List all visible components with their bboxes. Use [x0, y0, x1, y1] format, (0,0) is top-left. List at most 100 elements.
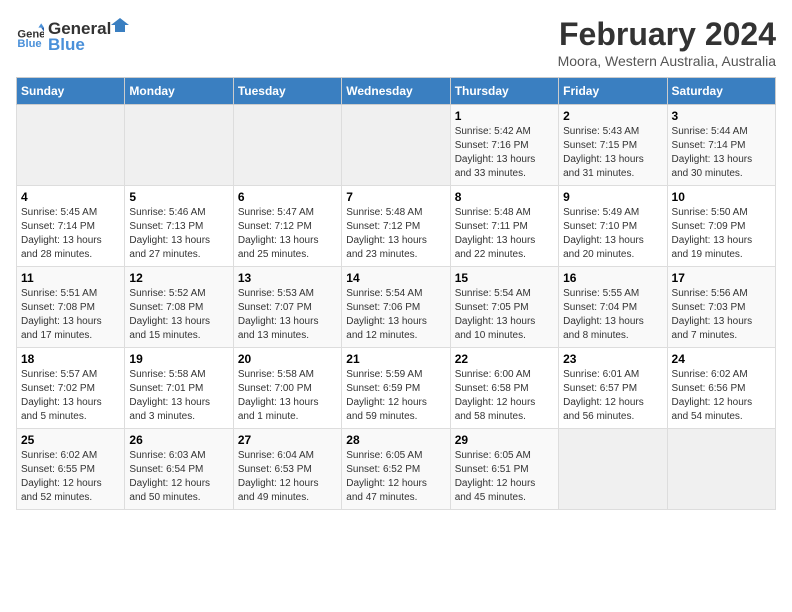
cell-w1-d1: 5 Sunrise: 5:46 AM Sunset: 7:13 PM Daylig…: [125, 186, 233, 267]
day-info-13: Sunrise: 5:53 AM Sunset: 7:07 PM Dayligh…: [238, 287, 337, 343]
day-number-1: 1: [455, 109, 554, 123]
calendar-body: 1 Sunrise: 5:42 AM Sunset: 7:16 PM Daylig…: [17, 105, 776, 510]
day-info-11: Sunrise: 5:51 AM Sunset: 7:08 PM Dayligh…: [21, 287, 120, 343]
day-number-11: 11: [21, 271, 120, 285]
day-number-10: 10: [672, 190, 771, 204]
day-info-21: Sunrise: 5:59 AM Sunset: 6:59 PM Dayligh…: [346, 368, 445, 424]
dow-thursday: Thursday: [450, 78, 558, 105]
day-number-29: 29: [455, 433, 554, 447]
cell-w3-d6: 24Sunrise: 6:02 AM Sunset: 6:56 PM Dayli…: [667, 348, 775, 429]
day-number-8: 8: [455, 190, 554, 204]
week-row-4: 25Sunrise: 6:02 AM Sunset: 6:55 PM Dayli…: [17, 429, 776, 510]
cell-w3-d3: 21 Sunrise: 5:59 AM Sunset: 6:59 PM Dayli…: [342, 348, 450, 429]
cell-w0-d2: [233, 105, 341, 186]
week-row-0: 1 Sunrise: 5:42 AM Sunset: 7:16 PM Daylig…: [17, 105, 776, 186]
cell-w1-d6: 10Sunrise: 5:50 AM Sunset: 7:09 PM Dayli…: [667, 186, 775, 267]
cell-w1-d5: 9 Sunrise: 5:49 AM Sunset: 7:10 PM Daylig…: [559, 186, 667, 267]
day-number-12: 12: [129, 271, 228, 285]
day-info-5: Sunrise: 5:46 AM Sunset: 7:13 PM Dayligh…: [129, 206, 228, 262]
day-info-7: Sunrise: 5:48 AM Sunset: 7:12 PM Dayligh…: [346, 206, 445, 262]
svg-text:Blue: Blue: [17, 38, 41, 50]
day-number-27: 27: [238, 433, 337, 447]
dow-friday: Friday: [559, 78, 667, 105]
dow-sunday: Sunday: [17, 78, 125, 105]
day-info-29: Sunrise: 6:05 AM Sunset: 6:51 PM Dayligh…: [455, 449, 554, 505]
week-row-1: 4Sunrise: 5:45 AM Sunset: 7:14 PM Daylig…: [17, 186, 776, 267]
cell-w2-d5: 16 Sunrise: 5:55 AM Sunset: 7:04 PM Dayli…: [559, 267, 667, 348]
day-number-26: 26: [129, 433, 228, 447]
cell-w3-d5: 23 Sunrise: 6:01 AM Sunset: 6:57 PM Dayli…: [559, 348, 667, 429]
day-number-7: 7: [346, 190, 445, 204]
cell-w4-d0: 25Sunrise: 6:02 AM Sunset: 6:55 PM Dayli…: [17, 429, 125, 510]
cell-w4-d1: 26 Sunrise: 6:03 AM Sunset: 6:54 PM Dayli…: [125, 429, 233, 510]
cell-w4-d6: [667, 429, 775, 510]
day-info-1: Sunrise: 5:42 AM Sunset: 7:16 PM Dayligh…: [455, 125, 554, 181]
week-row-2: 11 Sunrise: 5:51 AM Sunset: 7:08 PM Dayli…: [17, 267, 776, 348]
day-info-28: Sunrise: 6:05 AM Sunset: 6:52 PM Dayligh…: [346, 449, 445, 505]
cell-w3-d0: 18Sunrise: 5:57 AM Sunset: 7:02 PM Dayli…: [17, 348, 125, 429]
day-number-9: 9: [563, 190, 662, 204]
day-info-20: Sunrise: 5:58 AM Sunset: 7:00 PM Dayligh…: [238, 368, 337, 424]
main-title: February 2024: [558, 16, 776, 53]
dow-monday: Monday: [125, 78, 233, 105]
week-row-3: 18Sunrise: 5:57 AM Sunset: 7:02 PM Dayli…: [17, 348, 776, 429]
day-info-24: Sunrise: 6:02 AM Sunset: 6:56 PM Dayligh…: [672, 368, 771, 424]
cell-w2-d1: 12Sunrise: 5:52 AM Sunset: 7:08 PM Dayli…: [125, 267, 233, 348]
day-info-27: Sunrise: 6:04 AM Sunset: 6:53 PM Dayligh…: [238, 449, 337, 505]
cell-w3-d1: 19 Sunrise: 5:58 AM Sunset: 7:01 PM Dayli…: [125, 348, 233, 429]
day-info-15: Sunrise: 5:54 AM Sunset: 7:05 PM Dayligh…: [455, 287, 554, 343]
header-area: General Blue General Blue February 2024 …: [16, 16, 776, 69]
logo-icon: General Blue: [16, 22, 44, 50]
cell-w4-d3: 28 Sunrise: 6:05 AM Sunset: 6:52 PM Dayli…: [342, 429, 450, 510]
day-info-6: Sunrise: 5:47 AM Sunset: 7:12 PM Dayligh…: [238, 206, 337, 262]
day-number-22: 22: [455, 352, 554, 366]
day-number-13: 13: [238, 271, 337, 285]
cell-w2-d4: 15 Sunrise: 5:54 AM Sunset: 7:05 PM Dayli…: [450, 267, 558, 348]
day-number-2: 2: [563, 109, 662, 123]
calendar-table: Sunday Monday Tuesday Wednesday Thursday…: [16, 77, 776, 510]
day-info-16: Sunrise: 5:55 AM Sunset: 7:04 PM Dayligh…: [563, 287, 662, 343]
cell-w0-d0: [17, 105, 125, 186]
cell-w0-d1: [125, 105, 233, 186]
cell-w2-d2: 13 Sunrise: 5:53 AM Sunset: 7:07 PM Dayli…: [233, 267, 341, 348]
day-number-20: 20: [238, 352, 337, 366]
day-info-14: Sunrise: 5:54 AM Sunset: 7:06 PM Dayligh…: [346, 287, 445, 343]
day-number-19: 19: [129, 352, 228, 366]
cell-w4-d5: [559, 429, 667, 510]
day-number-6: 6: [238, 190, 337, 204]
logo-bird-icon: [111, 16, 129, 34]
dow-wednesday: Wednesday: [342, 78, 450, 105]
day-info-17: Sunrise: 5:56 AM Sunset: 7:03 PM Dayligh…: [672, 287, 771, 343]
day-info-19: Sunrise: 5:58 AM Sunset: 7:01 PM Dayligh…: [129, 368, 228, 424]
cell-w3-d4: 22 Sunrise: 6:00 AM Sunset: 6:58 PM Dayli…: [450, 348, 558, 429]
day-number-21: 21: [346, 352, 445, 366]
days-of-week-row: Sunday Monday Tuesday Wednesday Thursday…: [17, 78, 776, 105]
day-info-26: Sunrise: 6:03 AM Sunset: 6:54 PM Dayligh…: [129, 449, 228, 505]
day-info-22: Sunrise: 6:00 AM Sunset: 6:58 PM Dayligh…: [455, 368, 554, 424]
day-number-23: 23: [563, 352, 662, 366]
title-area: February 2024 Moora, Western Australia, …: [558, 16, 776, 69]
day-number-16: 16: [563, 271, 662, 285]
day-info-9: Sunrise: 5:49 AM Sunset: 7:10 PM Dayligh…: [563, 206, 662, 262]
day-number-25: 25: [21, 433, 120, 447]
dow-saturday: Saturday: [667, 78, 775, 105]
dow-tuesday: Tuesday: [233, 78, 341, 105]
day-info-18: Sunrise: 5:57 AM Sunset: 7:02 PM Dayligh…: [21, 368, 120, 424]
day-info-2: Sunrise: 5:43 AM Sunset: 7:15 PM Dayligh…: [563, 125, 662, 181]
day-number-5: 5: [129, 190, 228, 204]
day-number-28: 28: [346, 433, 445, 447]
day-number-15: 15: [455, 271, 554, 285]
calendar-header: Sunday Monday Tuesday Wednesday Thursday…: [17, 78, 776, 105]
cell-w2-d3: 14 Sunrise: 5:54 AM Sunset: 7:06 PM Dayli…: [342, 267, 450, 348]
day-number-14: 14: [346, 271, 445, 285]
day-info-3: Sunrise: 5:44 AM Sunset: 7:14 PM Dayligh…: [672, 125, 771, 181]
day-info-23: Sunrise: 6:01 AM Sunset: 6:57 PM Dayligh…: [563, 368, 662, 424]
cell-w4-d2: 27 Sunrise: 6:04 AM Sunset: 6:53 PM Dayli…: [233, 429, 341, 510]
cell-w3-d2: 20 Sunrise: 5:58 AM Sunset: 7:00 PM Dayli…: [233, 348, 341, 429]
day-number-4: 4: [21, 190, 120, 204]
day-number-3: 3: [672, 109, 771, 123]
cell-w0-d5: 2 Sunrise: 5:43 AM Sunset: 7:15 PM Daylig…: [559, 105, 667, 186]
cell-w1-d4: 8Sunrise: 5:48 AM Sunset: 7:11 PM Daylig…: [450, 186, 558, 267]
cell-w0-d4: 1 Sunrise: 5:42 AM Sunset: 7:16 PM Daylig…: [450, 105, 558, 186]
cell-w1-d3: 7 Sunrise: 5:48 AM Sunset: 7:12 PM Daylig…: [342, 186, 450, 267]
